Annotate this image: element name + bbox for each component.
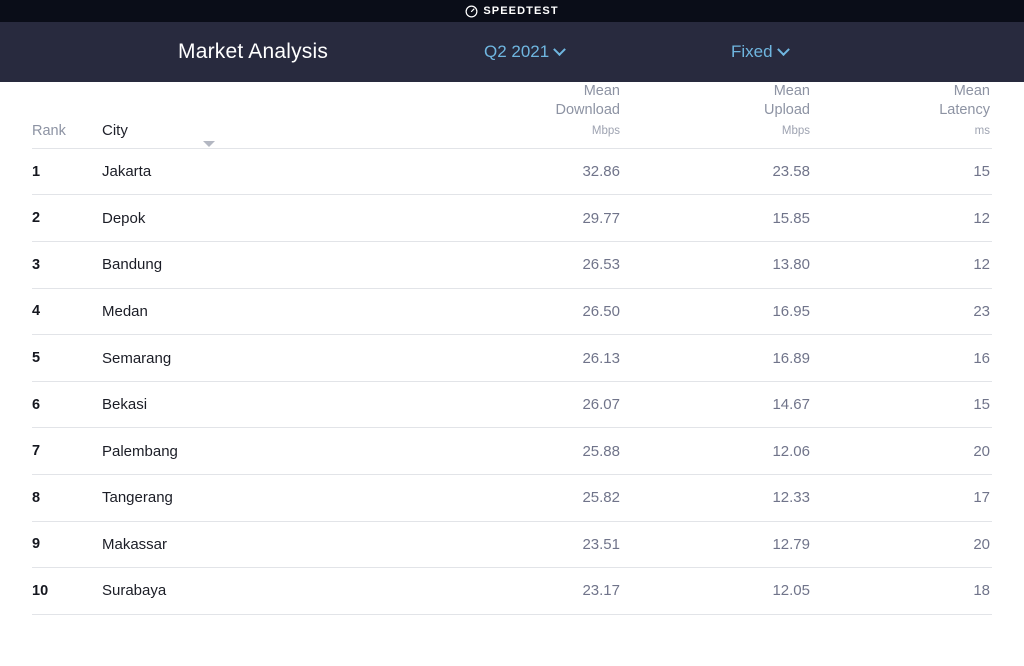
period-dropdown-label: Q2 2021 bbox=[484, 42, 550, 61]
column-header-latency[interactable]: Mean Latency ms bbox=[812, 82, 992, 148]
cell-city: Palembang bbox=[102, 427, 412, 475]
cell-city: Bandung bbox=[102, 241, 412, 289]
cell-city: Jakarta bbox=[102, 148, 412, 196]
cell-city: Tangerang bbox=[102, 474, 412, 522]
table-header: Rank City Mean Download Mbps Mean Upload… bbox=[32, 82, 992, 149]
cell-mean-download: 32.86 bbox=[412, 148, 622, 196]
cell-rank: 3 bbox=[32, 241, 102, 289]
table-row[interactable]: 3 Bandung 26.53 13.80 12 bbox=[32, 241, 992, 289]
brand-bar: SPEEDTEST bbox=[0, 0, 1024, 22]
brand-name: SPEEDTEST bbox=[483, 5, 559, 17]
table-row[interactable]: 4 Medan 26.50 16.95 23 bbox=[32, 288, 992, 336]
column-header-latency-line1: Mean bbox=[953, 83, 990, 99]
column-header-latency-unit: ms bbox=[974, 124, 990, 137]
cell-city: Medan bbox=[102, 288, 412, 336]
cell-mean-download: 26.53 bbox=[412, 241, 622, 289]
cell-mean-latency: 15 bbox=[812, 381, 992, 429]
cell-mean-download: 26.13 bbox=[412, 334, 622, 382]
table-row[interactable]: 1 Jakarta 32.86 23.58 15 bbox=[32, 148, 992, 196]
cell-mean-upload: 23.58 bbox=[622, 148, 812, 196]
cell-mean-download: 29.77 bbox=[412, 194, 622, 243]
cell-mean-download: 26.07 bbox=[412, 381, 622, 429]
chevron-down-icon bbox=[776, 42, 790, 56]
cell-mean-upload: 12.33 bbox=[622, 474, 812, 522]
cell-mean-upload: 16.89 bbox=[622, 334, 812, 382]
table-row[interactable]: 8 Tangerang 25.82 12.33 17 bbox=[32, 474, 992, 522]
sort-descending-icon bbox=[203, 140, 215, 147]
cell-mean-download: 26.50 bbox=[412, 288, 622, 336]
column-header-upload-line1: Mean bbox=[773, 83, 810, 99]
cell-city: Bekasi bbox=[102, 381, 412, 429]
cell-mean-latency: 16 bbox=[812, 334, 992, 382]
table-row[interactable]: 2 Depok 29.77 15.85 12 bbox=[32, 194, 992, 243]
speedometer-icon bbox=[465, 5, 478, 18]
connection-type-dropdown[interactable]: Fixed bbox=[731, 42, 790, 62]
table-row[interactable]: 6 Bekasi 26.07 14.67 15 bbox=[32, 381, 992, 429]
cell-mean-upload: 12.06 bbox=[622, 427, 812, 475]
cell-mean-download: 25.88 bbox=[412, 427, 622, 475]
cell-city: Depok bbox=[102, 194, 412, 243]
column-header-download-line2: Download bbox=[555, 102, 621, 119]
cell-mean-latency: 12 bbox=[812, 241, 992, 289]
cell-mean-download: 25.82 bbox=[412, 474, 622, 522]
column-header-rank-label: Rank bbox=[32, 122, 66, 139]
table-row[interactable]: 5 Semarang 26.13 16.89 16 bbox=[32, 334, 992, 382]
cell-mean-download: 23.51 bbox=[412, 521, 622, 569]
cell-mean-latency: 20 bbox=[812, 427, 992, 475]
cell-rank: 1 bbox=[32, 148, 102, 196]
cell-mean-latency: 18 bbox=[812, 567, 992, 615]
cell-mean-download: 23.17 bbox=[412, 567, 622, 615]
cell-rank: 9 bbox=[32, 521, 102, 569]
column-header-latency-line2: Latency bbox=[939, 102, 990, 119]
cell-city: Semarang bbox=[102, 334, 412, 382]
column-header-city-label: City bbox=[102, 121, 128, 139]
cell-rank: 10 bbox=[32, 567, 102, 615]
market-analysis-table: Rank City Mean Download Mbps Mean Upload… bbox=[32, 82, 992, 615]
cell-rank: 2 bbox=[32, 194, 102, 243]
table-row[interactable]: 9 Makassar 23.51 12.79 20 bbox=[32, 521, 992, 569]
cell-city: Makassar bbox=[102, 521, 412, 569]
table-header-row: Rank City Mean Download Mbps Mean Upload… bbox=[32, 82, 992, 149]
connection-type-dropdown-label: Fixed bbox=[731, 42, 773, 61]
column-header-download-unit: Mbps bbox=[591, 124, 620, 137]
nav-bar: Market Analysis Q2 2021 Fixed bbox=[0, 22, 1024, 82]
column-header-upload-line2: Upload bbox=[764, 102, 810, 119]
column-header-upload[interactable]: Mean Upload Mbps bbox=[622, 82, 812, 148]
cell-mean-upload: 14.67 bbox=[622, 381, 812, 429]
cell-rank: 6 bbox=[32, 381, 102, 429]
column-header-upload-unit: Mbps bbox=[781, 124, 810, 137]
table-row[interactable]: 7 Palembang 25.88 12.06 20 bbox=[32, 427, 992, 475]
cell-mean-upload: 16.95 bbox=[622, 288, 812, 336]
cell-rank: 4 bbox=[32, 288, 102, 336]
table-row[interactable]: 10 Surabaya 23.17 12.05 18 bbox=[32, 567, 992, 615]
cell-mean-latency: 23 bbox=[812, 288, 992, 336]
cell-rank: 5 bbox=[32, 334, 102, 382]
page-title: Market Analysis bbox=[178, 40, 329, 63]
cell-mean-latency: 12 bbox=[812, 194, 992, 243]
cell-mean-upload: 13.80 bbox=[622, 241, 812, 289]
cell-mean-latency: 20 bbox=[812, 521, 992, 569]
cell-mean-upload: 12.05 bbox=[622, 567, 812, 615]
cell-rank: 7 bbox=[32, 427, 102, 475]
table-container: Rank City Mean Download Mbps Mean Upload… bbox=[0, 82, 1024, 615]
column-header-download-line1: Mean bbox=[583, 83, 620, 99]
cell-mean-latency: 15 bbox=[812, 148, 992, 196]
column-header-rank[interactable]: Rank bbox=[32, 82, 102, 148]
column-header-city[interactable]: City bbox=[102, 82, 412, 148]
speedtest-logo[interactable]: SPEEDTEST bbox=[465, 5, 558, 18]
period-dropdown[interactable]: Q2 2021 bbox=[484, 42, 567, 62]
cell-rank: 8 bbox=[32, 474, 102, 522]
cell-mean-latency: 17 bbox=[812, 474, 992, 522]
chevron-down-icon bbox=[553, 42, 567, 56]
cell-mean-upload: 15.85 bbox=[622, 194, 812, 243]
cell-mean-upload: 12.79 bbox=[622, 521, 812, 569]
cell-city: Surabaya bbox=[102, 567, 412, 615]
column-header-download[interactable]: Mean Download Mbps bbox=[412, 82, 622, 148]
table-body: 1 Jakarta 32.86 23.58 15 2 Depok 29.77 15.85 12 3 B… bbox=[32, 148, 992, 615]
